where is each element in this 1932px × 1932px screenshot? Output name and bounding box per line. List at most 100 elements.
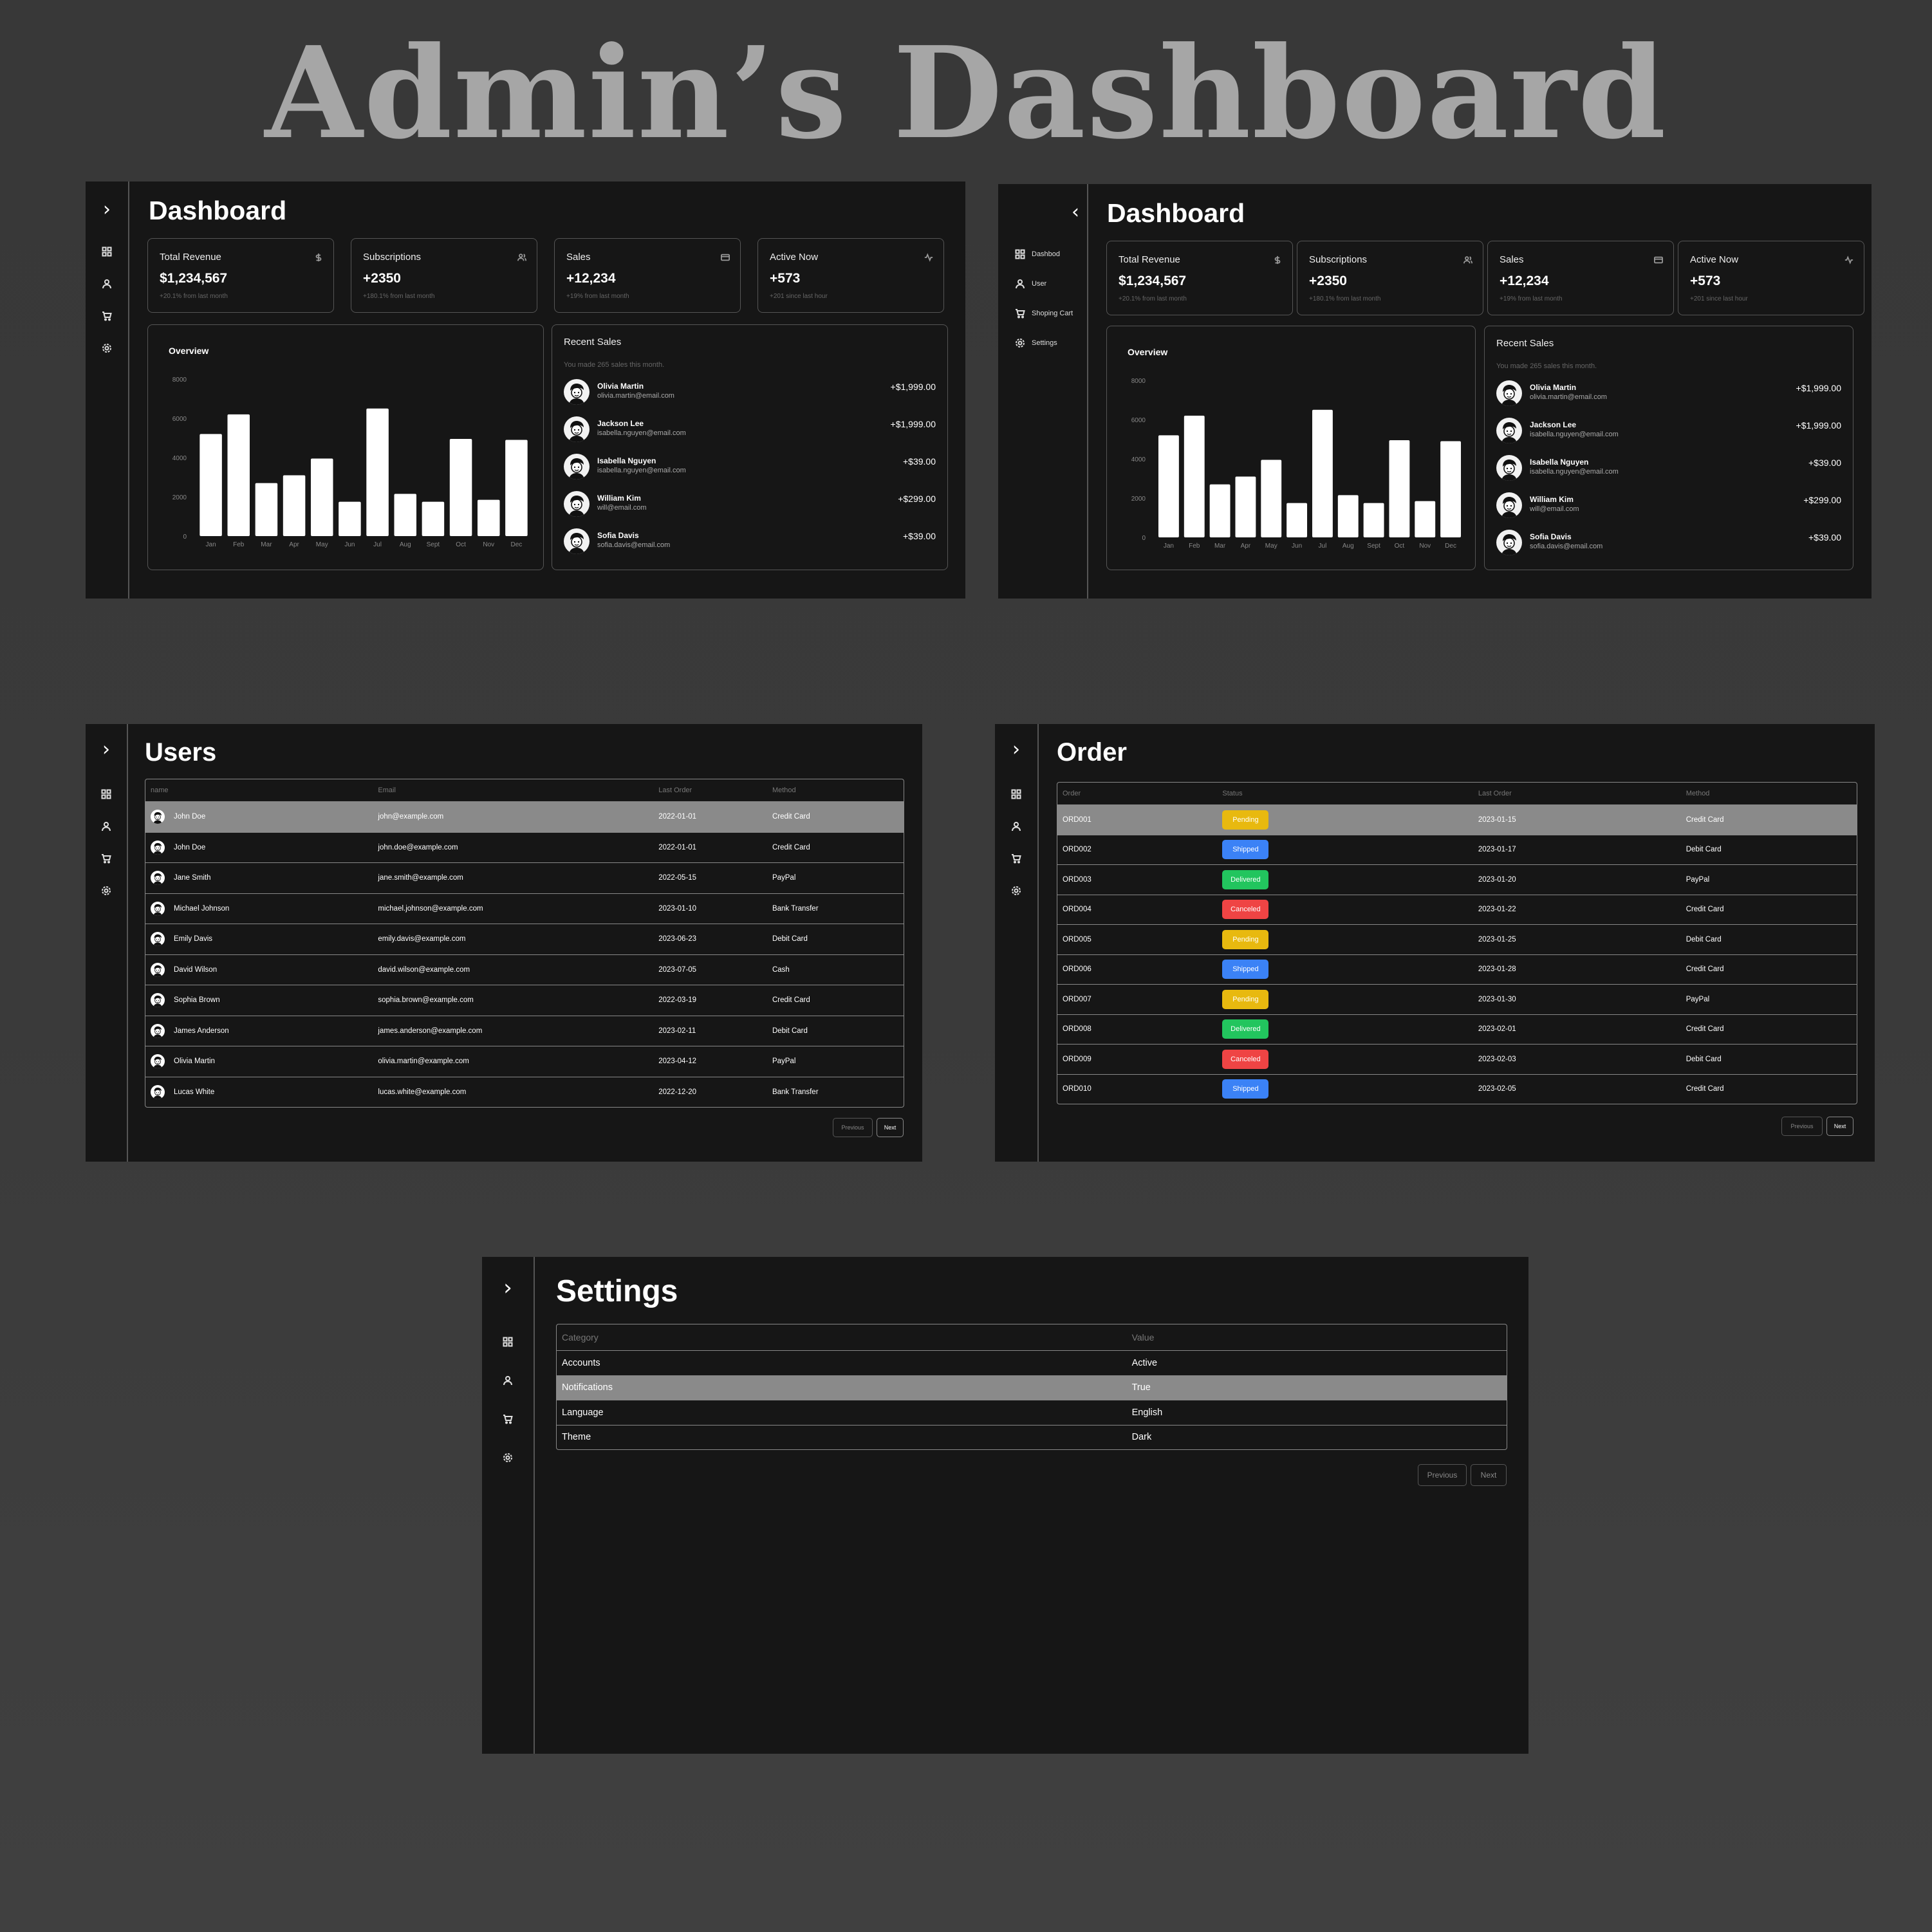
nav-dashboard-icon[interactable] — [86, 236, 128, 268]
nav-user[interactable]: User — [998, 269, 1087, 299]
bar-dec — [505, 440, 528, 536]
settings-row[interactable]: Language English — [557, 1400, 1507, 1426]
recent-sale-item: Isabella Nguyen isabella.nguyen@email.com… — [564, 454, 936, 483]
table-cell: ORD006 — [1057, 954, 1218, 985]
table-cell: ORD009 — [1057, 1044, 1218, 1075]
next-button[interactable]: Next — [1826, 1117, 1853, 1136]
order-row[interactable]: ORD009 Canceled 2023-02-03 Debit Card — [1057, 1044, 1857, 1075]
nav-cart-icon[interactable] — [995, 842, 1037, 875]
table-cell: michael.johnson@example.com — [373, 893, 654, 924]
table-cell: Cash — [766, 954, 904, 985]
user-row[interactable]: Michael Johnson michael.johnson@example.c… — [145, 893, 904, 924]
next-button[interactable]: Next — [877, 1118, 904, 1137]
table-cell: Pending — [1217, 924, 1473, 955]
order-row[interactable]: ORD001 Pending 2023-01-15 Credit Card — [1057, 804, 1857, 835]
table-cell: 2023-01-28 — [1472, 954, 1681, 985]
previous-button[interactable]: Previous — [1781, 1117, 1823, 1136]
previous-button[interactable]: Previous — [833, 1118, 873, 1137]
user-name: Emily Davis — [174, 935, 213, 943]
user-name: Jane Smith — [174, 874, 211, 882]
user-row[interactable]: Lucas White lucas.white@example.com 2022-1… — [145, 1077, 904, 1107]
nav-settings-icon[interactable] — [86, 332, 128, 364]
customer-name: William Kim — [1530, 495, 1574, 504]
table-cell: Dark — [1131, 1432, 1152, 1443]
y-tick-label: 4000 — [172, 455, 187, 462]
user-row[interactable]: John Doe john@example.com 2022-01-01 Credit… — [145, 801, 904, 833]
table-cell: john@example.com — [373, 801, 654, 833]
sidebar-toggle-button[interactable]: › — [86, 198, 128, 221]
customer-email: olivia.martin@email.com — [1530, 393, 1607, 401]
user-row[interactable]: David Wilson david.wilson@example.com 2023… — [145, 954, 904, 985]
nav-cart-icon[interactable] — [86, 300, 128, 332]
order-row[interactable]: ORD002 Shipped 2023-01-17 Debit Card — [1057, 835, 1857, 865]
column-header: Order — [1057, 783, 1218, 805]
order-row[interactable]: ORD006 Shipped 2023-01-28 Credit Card — [1057, 954, 1857, 985]
table-cell: Accounts — [557, 1350, 1127, 1376]
previous-button[interactable]: Previous — [1418, 1464, 1467, 1486]
recent-sale-item: Olivia Martin olivia.martin@email.com +$1,… — [564, 379, 936, 409]
nav-settings[interactable]: Settings — [998, 328, 1087, 358]
settings-row[interactable]: Accounts Active — [557, 1350, 1507, 1376]
order-row[interactable]: ORD007 Pending 2023-01-30 PayPal — [1057, 984, 1857, 1015]
nav-settings-icon[interactable] — [995, 875, 1037, 907]
orders-panel: › Order Order Status Last Order Method ORD0… — [995, 724, 1875, 1162]
table-cell: Theme — [562, 1432, 591, 1443]
nav-cart[interactable]: Shoping Cart — [998, 299, 1087, 328]
nav-dashboard-icon[interactable] — [995, 778, 1037, 810]
sidebar-toggle-button[interactable]: ‹ — [998, 201, 1087, 223]
bar-jan — [1158, 435, 1179, 537]
nav-cart-icon[interactable] — [482, 1400, 534, 1438]
user-row[interactable]: James Anderson james.anderson@example.com… — [145, 1016, 904, 1046]
avatar — [151, 840, 165, 855]
stat-card: Subscriptions +2350 +180.1% from last mont… — [351, 238, 537, 313]
table-cell: Active — [1126, 1350, 1507, 1376]
dashboard-icon — [1015, 249, 1025, 259]
bar-sept — [1363, 503, 1384, 537]
bar-nov — [477, 499, 500, 536]
recent-sales-description: You made 265 sales this month. — [1496, 362, 1597, 370]
avatar — [1496, 455, 1522, 481]
settings-row[interactable]: Notifications True — [557, 1375, 1507, 1400]
nav-user-icon[interactable] — [86, 810, 127, 842]
nav-user-icon[interactable] — [86, 268, 128, 300]
table-cell: Pending — [1217, 984, 1473, 1015]
y-tick-label: 8000 — [172, 376, 187, 384]
order-row[interactable]: ORD005 Pending 2023-01-25 Debit Card — [1057, 924, 1857, 955]
sidebar: › — [86, 181, 129, 599]
user-row[interactable]: John Doe john.doe@example.com 2022-01-01 Cr… — [145, 832, 904, 863]
user-name: Lucas White — [174, 1088, 215, 1096]
credit-card-icon — [1654, 255, 1663, 265]
order-row[interactable]: ORD008 Delivered 2023-02-01 Credit Card — [1057, 1014, 1857, 1045]
table-cell: Credit Card — [766, 832, 904, 863]
order-row[interactable]: ORD004 Canceled 2023-01-22 Credit Card — [1057, 895, 1857, 925]
user-row[interactable]: Emily Davis emily.davis@example.com 2023-0… — [145, 924, 904, 955]
status-badge: Delivered — [1222, 1019, 1269, 1039]
sidebar-toggle-button[interactable]: › — [995, 738, 1037, 761]
user-row[interactable]: Sophia Brown sophia.brown@example.com 2022… — [145, 985, 904, 1016]
stat-card-subtext: +19% from last month — [1500, 295, 1563, 302]
nav-user-icon[interactable] — [995, 810, 1037, 842]
nav-label: Dashbod — [1032, 250, 1061, 258]
table-cell: PayPal — [766, 862, 904, 894]
dashboard-panel-expanded: ‹ Dashbod User Shoping Cart Settings Das… — [998, 184, 1872, 599]
sidebar-toggle-button[interactable]: › — [86, 738, 127, 761]
nav-user-icon[interactable] — [482, 1361, 534, 1400]
order-row[interactable]: ORD010 Shipped 2023-02-05 Credit Card — [1057, 1074, 1857, 1104]
settings-row[interactable]: Theme Dark — [557, 1425, 1507, 1449]
nav-dashboard-icon[interactable] — [86, 778, 127, 810]
next-button[interactable]: Next — [1471, 1464, 1507, 1486]
nav-settings-icon[interactable] — [86, 875, 127, 907]
table-cell: Credit Card — [1680, 1014, 1857, 1045]
order-row[interactable]: ORD003 Delivered 2023-01-20 PayPal — [1057, 864, 1857, 895]
recent-sale-item: Jackson Lee isabella.nguyen@email.com +$1,… — [564, 416, 936, 446]
nav-dashboard[interactable]: Dashbod — [998, 239, 1087, 269]
nav-cart-icon[interactable] — [86, 842, 127, 875]
table-cell: ORD004 — [1057, 895, 1218, 925]
sidebar-toggle-button[interactable]: › — [482, 1275, 534, 1301]
nav-settings-icon[interactable] — [482, 1438, 534, 1477]
user-row[interactable]: Jane Smith jane.smith@example.com 2022-05-… — [145, 862, 904, 894]
nav-dashboard-icon[interactable] — [482, 1323, 534, 1361]
orders-table: Order Status Last Order Method ORD001 Pendin… — [1057, 782, 1857, 1104]
stat-card-title: Subscriptions — [363, 252, 422, 263]
user-row[interactable]: Olivia Martin olivia.martin@example.com 20… — [145, 1046, 904, 1077]
